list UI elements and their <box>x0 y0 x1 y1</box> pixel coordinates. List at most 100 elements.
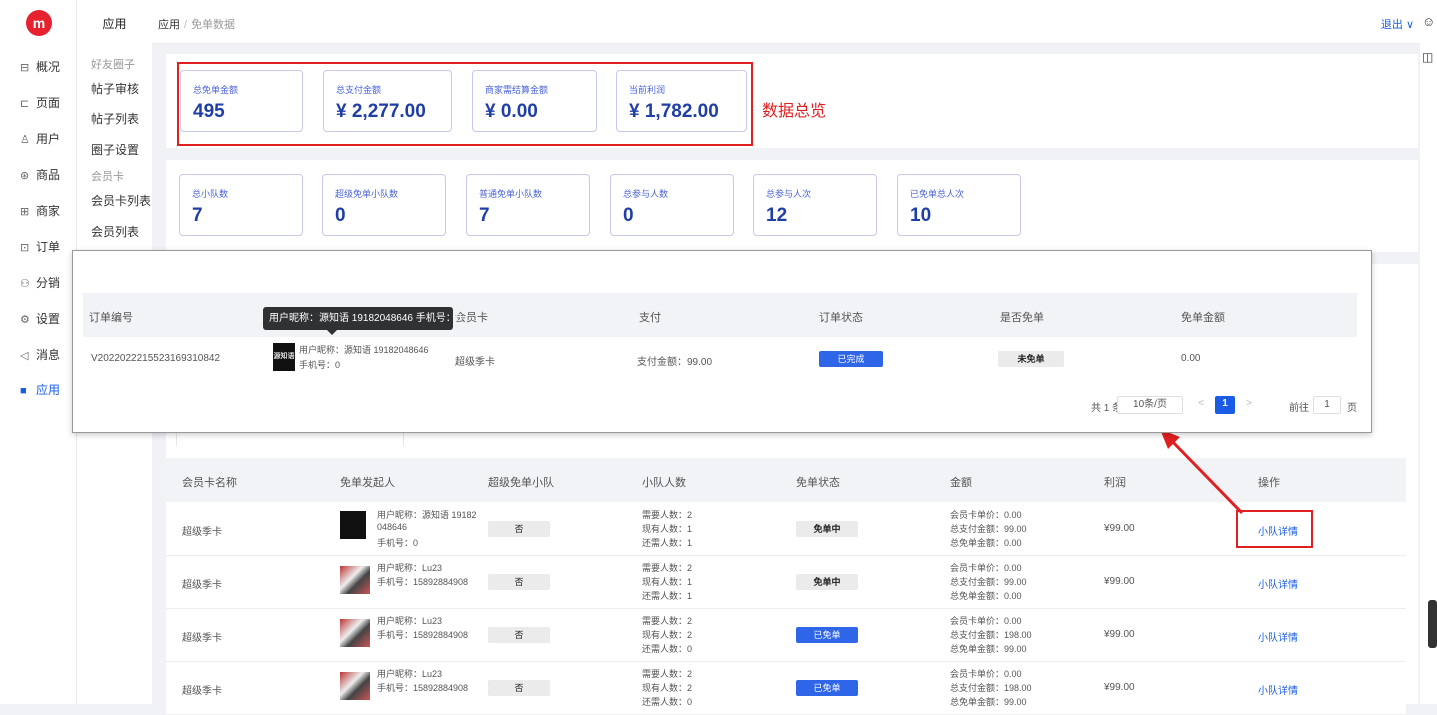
team-stat-card: 总参与人数 0 <box>610 174 734 236</box>
total-paid-amount: 总支付金额：198.00 <box>950 683 1032 693</box>
team-detail-link[interactable]: 小队详情 <box>1258 629 1298 644</box>
sidebar-item-apps[interactable]: ■ 应用 <box>0 375 77 405</box>
sidebar-item-orders[interactable]: ⊡ 订单 <box>0 232 77 262</box>
team-detail-link[interactable]: 小队详情 <box>1258 682 1298 697</box>
user-tooltip: 用户昵称：源知语 19182048646 手机号：0 <box>263 307 461 335</box>
overview-highlight-box <box>177 62 753 146</box>
total-paid-amount: 总支付金额：198.00 <box>950 630 1032 640</box>
submenu-item-post-list[interactable]: 帖子列表 <box>91 110 139 127</box>
stat-value: 12 <box>766 205 788 226</box>
scroll-handle[interactable] <box>1428 600 1437 648</box>
total-free-amount: 总免单金额：99.00 <box>950 644 1027 654</box>
popup-pay-amount: 支付金额：99.00 <box>637 357 713 368</box>
sidebar-item-label: 商家 <box>36 204 61 218</box>
user-avatar <box>340 672 370 700</box>
team-stat-card: 总参与人次 12 <box>753 174 877 236</box>
breadcrumb-root[interactable]: 应用 <box>158 19 180 31</box>
sidebar-item-settings[interactable]: ⚙ 设置 <box>0 304 77 334</box>
smile-icon[interactable]: ☺ <box>1422 14 1435 29</box>
profit-value: ¥99.00 <box>1104 629 1135 640</box>
sidebar-item-label: 分销 <box>36 276 61 290</box>
sidebar-item-label: 设置 <box>36 312 61 326</box>
super-team-badge: 否 <box>488 680 550 696</box>
card-unit-price: 会员卡单价：0.00 <box>950 616 1022 626</box>
team-remaining-count: 还需人数：1 <box>642 591 693 601</box>
merchants-icon: ⊞ <box>20 206 30 218</box>
submenu-group-member-card: 会员卡 <box>91 171 124 183</box>
team-stat-card: 超级免单小队数 0 <box>322 174 446 236</box>
next-page-button[interactable]: > <box>1239 396 1259 414</box>
pages-icon: ⊏ <box>20 98 30 110</box>
user-thumbnail <box>340 511 366 539</box>
popup-free-amount: 0.00 <box>1181 353 1201 364</box>
page-1-button[interactable]: 1 <box>1215 396 1235 414</box>
page-size-select[interactable]: 10条/页 <box>1117 396 1183 414</box>
card-unit-price: 会员卡单价：0.00 <box>950 510 1022 520</box>
sidebar-item-users[interactable]: ♙ 用户 <box>0 124 77 154</box>
popup-order-status-badge: 已完成 <box>819 351 883 367</box>
goto-label: 前往 <box>1289 403 1309 414</box>
stat-value: 10 <box>910 205 932 226</box>
team-remaining-count: 还需人数：1 <box>642 538 693 548</box>
user-info-line: 手机号：15892884908 <box>377 577 469 587</box>
submenu-item-post-review[interactable]: 帖子审核 <box>91 80 139 97</box>
card-name: 超级季卡 <box>182 633 222 644</box>
logout-button[interactable]: 退出 ∨ <box>1381 16 1414 32</box>
submenu-item-member-list[interactable]: 会员列表 <box>91 223 139 240</box>
sidebar-item-distribution[interactable]: ⚇ 分销 <box>0 268 77 298</box>
settings-icon: ⚙ <box>20 314 30 326</box>
sidebar-item-label: 用户 <box>36 132 61 146</box>
sidebar-item-overview[interactable]: ⊟ 概况 <box>0 52 77 82</box>
page-unit-label: 页 <box>1347 403 1357 414</box>
sidebar-item-label: 商品 <box>36 168 61 182</box>
orders-icon: ⊡ <box>20 242 30 254</box>
user-info-line: 手机号：15892884908 <box>377 683 469 693</box>
free-state-badge: 免单中 <box>796 574 858 590</box>
total-free-amount: 总免单金额：0.00 <box>950 538 1022 548</box>
popup-column-header: 免单金额 <box>1181 312 1225 324</box>
popup-column-header: 订单状态 <box>819 312 863 324</box>
order-popup: 订单编号 会员卡 支付 订单状态 是否免单 免单金额 用户昵称：源知语 191820486… <box>72 250 1372 433</box>
total-free-amount: 总免单金额：0.00 <box>950 591 1022 601</box>
goto-page-input[interactable]: 1 <box>1313 396 1341 414</box>
sidebar-item-messages[interactable]: ◁ 消息 <box>0 340 77 370</box>
sidebar-item-goods[interactable]: ⊛ 商品 <box>0 160 77 190</box>
user-avatar <box>340 566 370 594</box>
team-stat-card: 总小队数 7 <box>179 174 303 236</box>
popup-column-header: 支付 <box>639 312 661 324</box>
table-row: 超级季卡 用户昵称：Lu23 手机号：15892884908 否 需要人数：2 现有人数：… <box>166 609 1406 662</box>
sidebar-item-label: 消息 <box>36 348 61 362</box>
goods-icon: ⊛ <box>20 170 30 182</box>
user-info-line: 048646 <box>377 522 408 532</box>
submenu-title: 应用 <box>102 17 127 31</box>
prev-page-button[interactable]: < <box>1191 396 1211 414</box>
team-detail-link[interactable]: 小队详情 <box>1258 576 1298 591</box>
popup-column-header: 是否免单 <box>1000 312 1044 324</box>
submenu-item-circle-settings[interactable]: 圈子设置 <box>91 141 139 158</box>
team-table-column-header: 会员卡名称 <box>182 477 237 489</box>
team-table-column-header: 超级免单小队 <box>488 477 554 489</box>
layout-icon[interactable]: ◫ <box>1422 50 1433 64</box>
overview-annotation: 数据总览 <box>762 103 827 120</box>
team-need-count: 需要人数：2 <box>642 510 693 520</box>
profit-value: ¥99.00 <box>1104 576 1135 587</box>
main-sidebar: m ⊟ 概况 ⊏ 页面 ♙ 用户 ⊛ 商品 ⊞ 商家 ⊡ 订单 ⚇ 分销 ⚙ 设置 ◁ 消息 ■ 应用 <box>0 0 77 704</box>
sidebar-item-pages[interactable]: ⊏ 页面 <box>0 88 77 118</box>
team-table-column-header: 金额 <box>950 477 972 489</box>
team-current-count: 现有人数：1 <box>642 577 693 587</box>
stat-value: 0 <box>335 205 346 226</box>
total-free-amount: 总免单金额：99.00 <box>950 697 1027 707</box>
card-unit-price: 会员卡单价：0.00 <box>950 669 1022 679</box>
stat-label: 总小队数 <box>192 189 229 199</box>
stat-value: 7 <box>479 205 490 226</box>
popup-column-header: 订单编号 <box>89 312 133 324</box>
top-bar: 应用 / 免单数据 退出 ∨ <box>152 0 1420 44</box>
submenu-item-card-list[interactable]: 会员卡列表 <box>91 192 151 209</box>
super-team-badge: 否 <box>488 627 550 643</box>
sidebar-item-merchants[interactable]: ⊞ 商家 <box>0 196 77 226</box>
team-current-count: 现有人数：1 <box>642 524 693 534</box>
breadcrumb: 应用 / 免单数据 <box>158 16 235 32</box>
team-need-count: 需要人数：2 <box>642 669 693 679</box>
popup-user-phone: 手机号：0 <box>299 360 341 370</box>
breadcrumb-current: 免单数据 <box>191 19 236 31</box>
